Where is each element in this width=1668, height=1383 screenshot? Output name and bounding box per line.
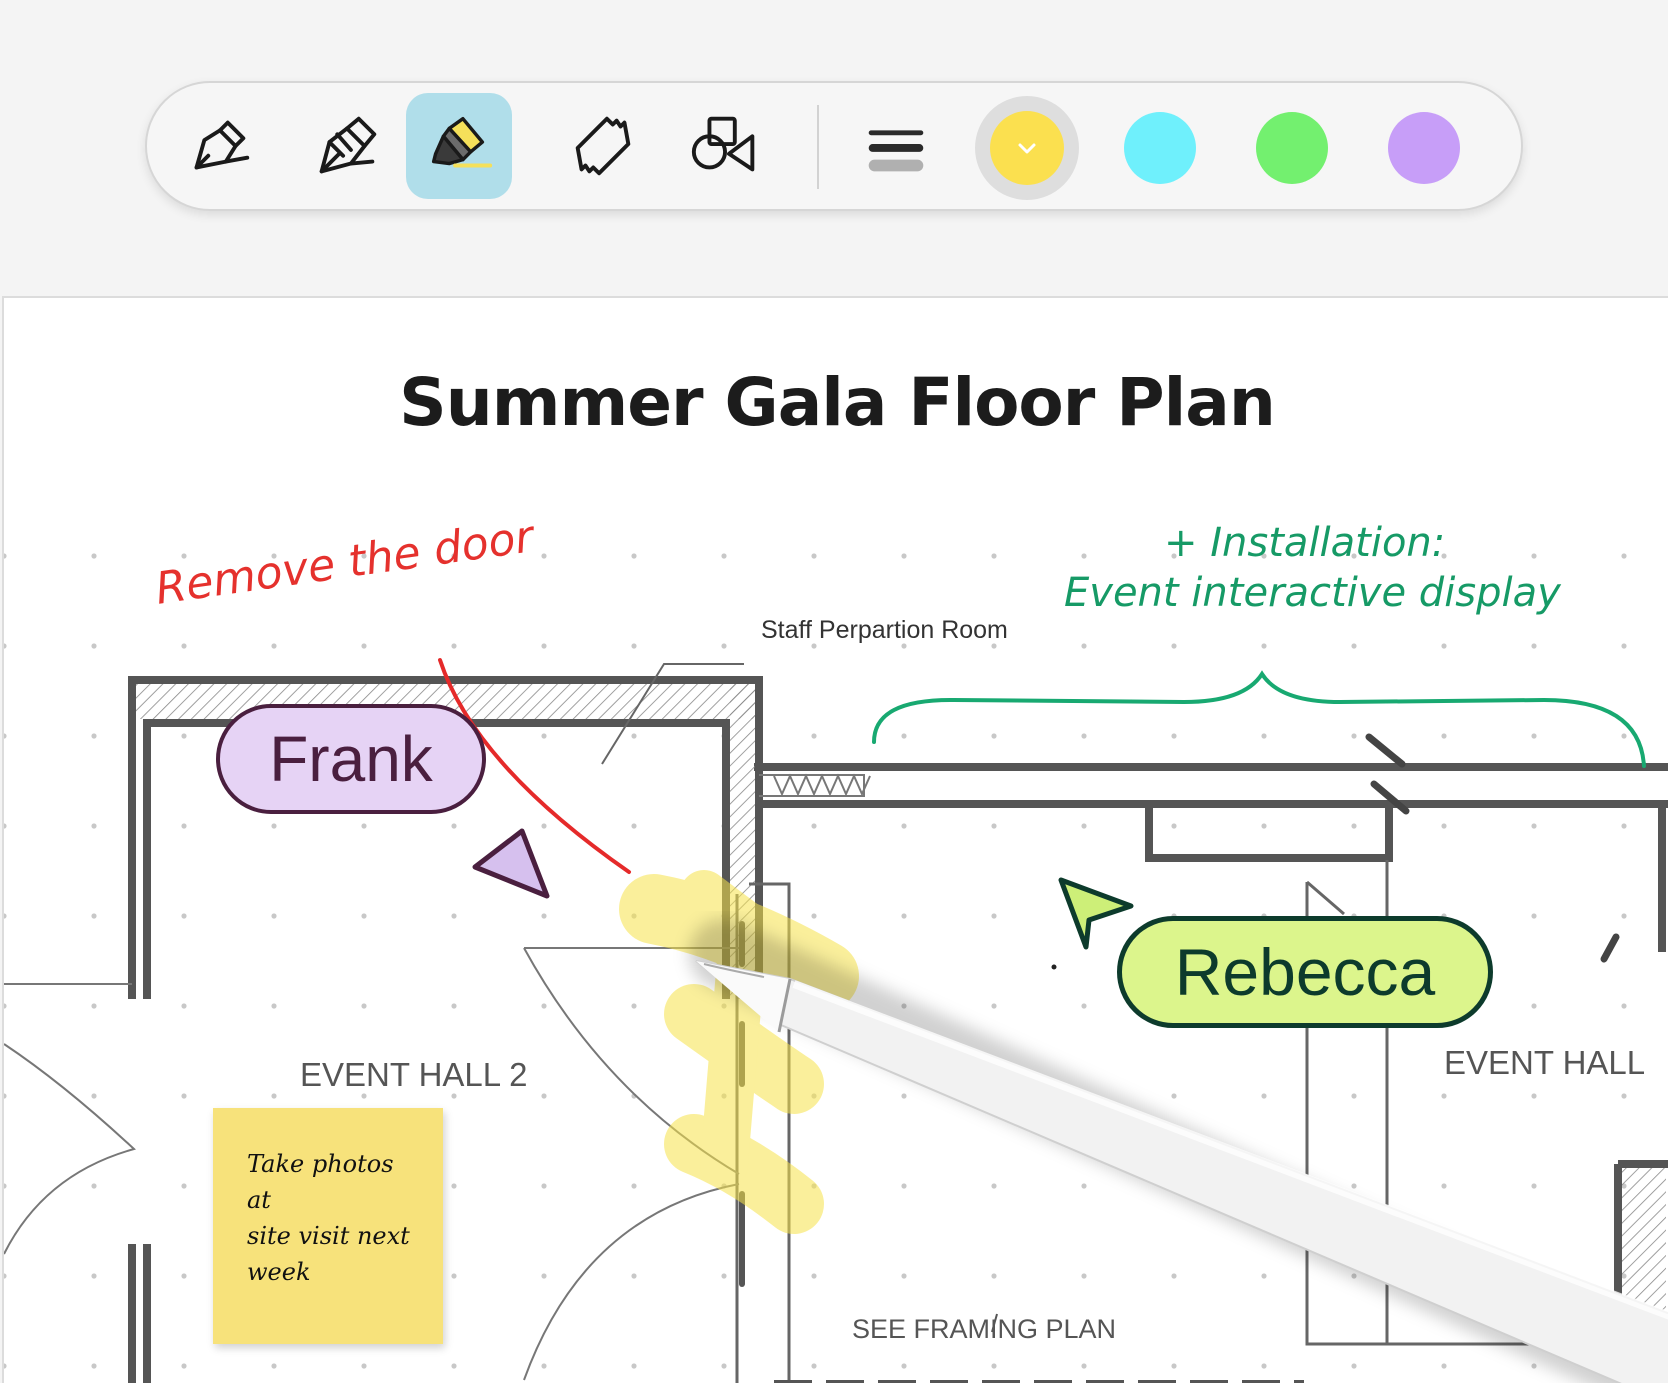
- eraser-icon: [575, 116, 631, 176]
- pen-tool-button[interactable]: [165, 93, 271, 199]
- collaborator-label-rebecca: Rebecca: [1117, 916, 1493, 1028]
- shapes-icon: [691, 116, 755, 172]
- fountain-pen-icon: [319, 116, 377, 174]
- sticky-note[interactable]: Take photos at site visit next week: [213, 1108, 443, 1344]
- document-canvas[interactable]: Summer Gala Floor Plan Staff Perpartion …: [2, 296, 1668, 1383]
- staff-room-label: Staff Perpartion Room: [761, 616, 1008, 644]
- collaborator-label-frank: Frank: [216, 704, 486, 814]
- sticky-note-text: Take photos at site visit next week: [247, 1150, 410, 1286]
- drawing-toolbar: [145, 81, 1523, 211]
- highlighter-tool-button[interactable]: [406, 93, 512, 199]
- pen-icon: [194, 120, 250, 170]
- yellow-swatch: [990, 111, 1064, 185]
- color-swatch-green[interactable]: [1256, 112, 1328, 184]
- installation-note-line-2: Event interactive display: [1064, 570, 1561, 616]
- fountain-pen-tool-button[interactable]: [294, 93, 400, 199]
- event-hall-2-label: EVENT HALL 2: [300, 1056, 528, 1093]
- toolbar-separator: [817, 105, 819, 189]
- event-hall-label: EVENT HALL: [1444, 1044, 1646, 1081]
- shapes-tool-button[interactable]: [674, 93, 780, 199]
- color-swatch-purple[interactable]: [1388, 112, 1460, 184]
- framing-plan-label: SEE FRAMING PLAN: [852, 1314, 1117, 1344]
- floor-plan[interactable]: Staff Perpartion Room EVENT HALL 2 EVENT…: [4, 511, 1668, 1383]
- installation-note-line-1: + Installation:: [1164, 520, 1446, 566]
- line-weight-button[interactable]: [852, 93, 940, 199]
- color-swatch-cyan[interactable]: [1124, 112, 1196, 184]
- highlighter-icon: [431, 116, 493, 168]
- color-swatch-yellow-selected[interactable]: [975, 96, 1079, 200]
- line-weight-icon: [868, 130, 924, 172]
- eraser-tool-button[interactable]: [550, 93, 656, 199]
- chevron-down-icon: [1018, 143, 1036, 154]
- page-title: Summer Gala Floor Plan: [399, 364, 1276, 441]
